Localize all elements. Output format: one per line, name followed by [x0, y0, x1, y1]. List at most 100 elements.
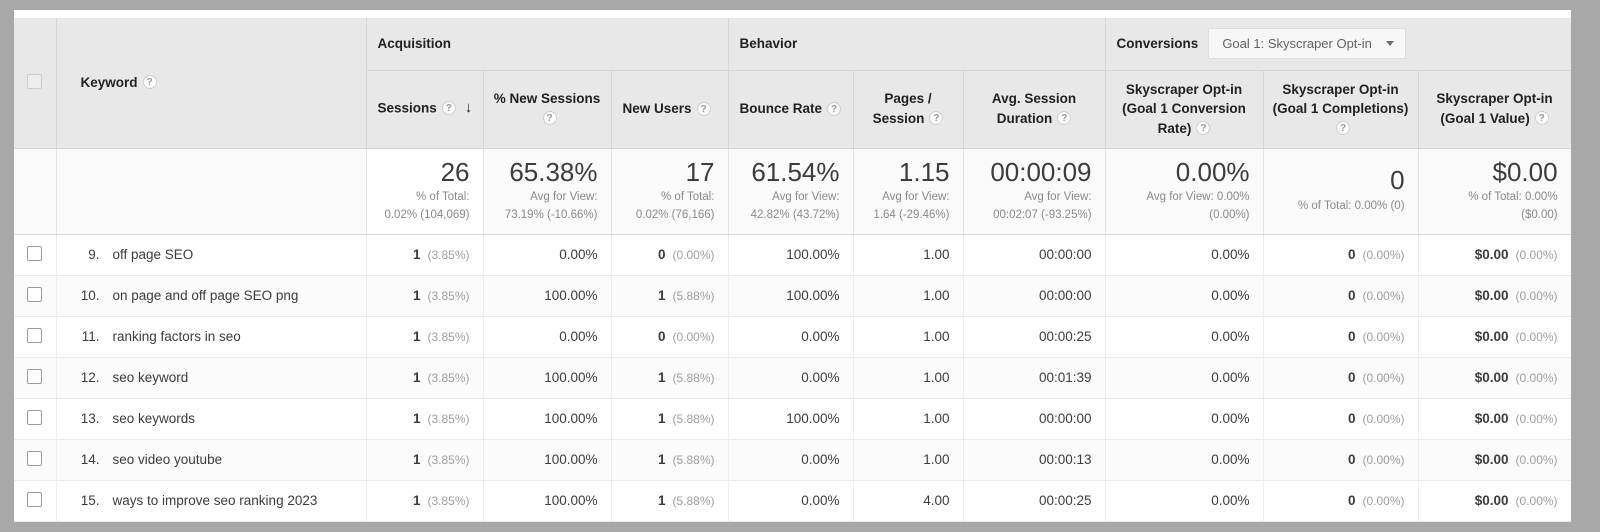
- help-icon[interactable]: ?: [1057, 111, 1071, 125]
- help-icon[interactable]: ?: [1196, 121, 1210, 135]
- column-group-header-row: Keyword? Acquisition Behavior Conversion…: [14, 18, 1571, 70]
- goal-completions-cell: 0(0.00%): [1263, 357, 1418, 398]
- goal-val-percent: (0.00%): [1516, 248, 1558, 262]
- keyword-link[interactable]: ranking factors in seo: [113, 329, 241, 344]
- row-checkbox[interactable]: [27, 369, 42, 384]
- keyword-link[interactable]: seo keyword: [113, 370, 189, 385]
- row-checkbox[interactable]: [27, 246, 42, 261]
- summary-new-sessions-value: 65.38%: [492, 158, 598, 187]
- avg-duration-value: 00:00:00: [1039, 288, 1092, 303]
- table-row: 12.seo keyword1(3.85%)100.00%1(5.88%)0.0…: [14, 357, 1571, 398]
- column-header-goal1-completions[interactable]: Skyscraper Opt-in(Goal 1 Completions)?: [1263, 70, 1418, 148]
- row-checkbox[interactable]: [27, 287, 42, 302]
- keyword-cell: 9.off page SEO: [56, 234, 366, 275]
- goal-cr-value: 0.00%: [1211, 452, 1249, 467]
- goal-val-value: $0.00: [1475, 370, 1509, 385]
- new-users-value: 1: [658, 493, 666, 508]
- goal-cr-value: 0.00%: [1211, 370, 1249, 385]
- bounce-rate-cell: 0.00%: [728, 480, 853, 521]
- row-checkbox[interactable]: [27, 328, 42, 343]
- sort-descending-icon[interactable]: ↓: [465, 97, 473, 119]
- goal-val-value: $0.00: [1475, 452, 1509, 467]
- keyword-column-header[interactable]: Keyword?: [56, 18, 366, 148]
- table-row: 13.seo keywords1(3.85%)100.00%1(5.88%)10…: [14, 398, 1571, 439]
- avg-duration-header-line1: Avg. Session: [992, 91, 1076, 106]
- row-checkbox-cell[interactable]: [14, 275, 56, 316]
- summary-pages-session-value: 1.15: [862, 158, 950, 187]
- column-header-new-users[interactable]: New Users?: [611, 70, 728, 148]
- column-header-goal1-value[interactable]: Skyscraper Opt-in (Goal 1 Value)?: [1418, 70, 1571, 148]
- goal-val-header-line2: (Goal 1 Value): [1440, 111, 1529, 126]
- column-header-bounce-rate[interactable]: Bounce Rate?: [728, 70, 853, 148]
- bounce-rate-cell: 100.00%: [728, 398, 853, 439]
- row-checkbox-cell[interactable]: [14, 316, 56, 357]
- row-checkbox-cell[interactable]: [14, 480, 56, 521]
- keyword-cell: 14.seo video youtube: [56, 439, 366, 480]
- chevron-down-icon: [1386, 41, 1394, 46]
- new-users-percent: (0.00%): [672, 248, 714, 262]
- pages-session-cell: 1.00: [853, 316, 963, 357]
- help-icon[interactable]: ?: [697, 102, 711, 116]
- new-sessions-pct-value: 100.00%: [544, 493, 597, 508]
- row-checkbox[interactable]: [27, 451, 42, 466]
- keyword-link[interactable]: on page and off page SEO png: [113, 288, 299, 303]
- help-icon[interactable]: ?: [1336, 121, 1350, 135]
- summary-pages-session-sub1: Avg for View:: [862, 190, 950, 205]
- row-checkbox-cell[interactable]: [14, 357, 56, 398]
- help-icon[interactable]: ?: [929, 111, 943, 125]
- row-checkbox-cell[interactable]: [14, 234, 56, 275]
- row-checkbox[interactable]: [27, 492, 42, 507]
- sessions-value: 1: [413, 452, 421, 467]
- help-icon[interactable]: ?: [1535, 111, 1549, 125]
- keyword-link[interactable]: ways to improve seo ranking 2023: [113, 493, 318, 508]
- avg-duration-value: 00:00:25: [1039, 329, 1092, 344]
- avg-duration-cell: 00:00:00: [963, 275, 1105, 316]
- goal-comp-value: 0: [1348, 247, 1356, 262]
- goal-val-header-line1: Skyscraper Opt-in: [1436, 91, 1552, 106]
- help-icon[interactable]: ?: [442, 101, 456, 115]
- row-checkbox-cell[interactable]: [14, 439, 56, 480]
- help-icon[interactable]: ?: [143, 75, 157, 89]
- summary-new-sessions-sub2: 73.19% (-10.66%): [492, 208, 598, 223]
- bounce-rate-value: 0.00%: [801, 370, 839, 385]
- sessions-header-label: Sessions: [378, 101, 437, 116]
- keyword-link[interactable]: seo keywords: [113, 411, 196, 426]
- column-header-avg-session-duration[interactable]: Avg. SessionDuration?: [963, 70, 1105, 148]
- avg-duration-cell: 00:00:00: [963, 234, 1105, 275]
- new-sessions-pct-value: 100.00%: [544, 370, 597, 385]
- pages-session-value: 1.00: [923, 452, 949, 467]
- bounce-rate-value: 100.00%: [786, 411, 839, 426]
- avg-duration-value: 00:00:25: [1039, 493, 1092, 508]
- select-all-checkbox[interactable]: [27, 74, 42, 89]
- bounce-rate-value: 100.00%: [786, 247, 839, 262]
- goal-value-cell: $0.00(0.00%): [1418, 357, 1571, 398]
- new-users-value: 0: [658, 247, 666, 262]
- column-header-new-sessions-pct[interactable]: % New Sessions?: [483, 70, 611, 148]
- sessions-percent: (3.85%): [427, 330, 469, 344]
- keyword-link[interactable]: off page SEO: [113, 247, 194, 262]
- goal-conversion-rate-cell: 0.00%: [1105, 398, 1263, 439]
- column-header-sessions[interactable]: Sessions? ↓: [366, 70, 483, 148]
- new-users-value: 1: [658, 452, 666, 467]
- summary-bounce-rate: 61.54% Avg for View: 42.82% (43.72%): [728, 148, 853, 234]
- column-header-pages-per-session[interactable]: Pages /Session?: [853, 70, 963, 148]
- pages-session-value: 4.00: [923, 493, 949, 508]
- goal-comp-percent: (0.00%): [1363, 412, 1405, 426]
- keyword-link[interactable]: seo video youtube: [113, 452, 223, 467]
- row-checkbox[interactable]: [27, 410, 42, 425]
- sessions-percent: (3.85%): [427, 412, 469, 426]
- summary-goal-cr-sub1: Avg for View: 0.00%: [1114, 190, 1250, 205]
- pages-session-value: 1.00: [923, 288, 949, 303]
- new-users-percent: (5.88%): [672, 412, 714, 426]
- help-icon[interactable]: ?: [827, 102, 841, 116]
- row-checkbox-cell[interactable]: [14, 398, 56, 439]
- help-icon[interactable]: ?: [543, 111, 557, 125]
- new-users-cell: 0(0.00%): [611, 316, 728, 357]
- goal-comp-value: 0: [1348, 452, 1356, 467]
- summary-sessions: 26 % of Total: 0.02% (104,069): [366, 148, 483, 234]
- column-header-goal1-conversion-rate[interactable]: Skyscraper Opt-in(Goal 1 ConversionRate)…: [1105, 70, 1263, 148]
- goal-completions-cell: 0(0.00%): [1263, 439, 1418, 480]
- goal-conversion-rate-cell: 0.00%: [1105, 439, 1263, 480]
- goal-select-dropdown[interactable]: Goal 1: Skyscraper Opt-in: [1208, 28, 1406, 59]
- select-all-cell[interactable]: [14, 18, 56, 148]
